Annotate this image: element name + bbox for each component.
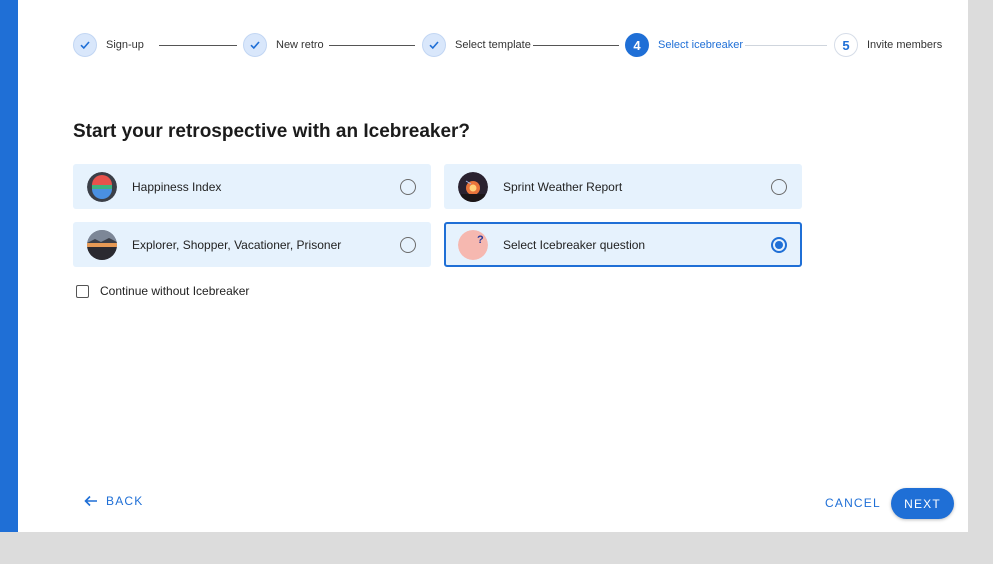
checkbox-label: Continue without Icebreaker [100,284,250,298]
radio-button[interactable] [400,236,416,253]
page-title: Start your retrospective with an Icebrea… [73,121,471,142]
arrow-left-icon [84,495,97,507]
step-label-select-icebreaker: Select icebreaker [658,39,743,51]
radio-button[interactable] [771,178,787,195]
checkbox[interactable] [76,284,89,298]
step-label-invite-members: Invite members [867,39,943,51]
question-thumbnail: ? [458,229,488,260]
stepper: Sign-up New retro Select template 4 Sele… [18,32,968,58]
icebreaker-option-happiness-index[interactable]: Happiness Index [73,164,431,209]
weather-thumbnail [458,171,488,202]
option-label: Sprint Weather Report [503,179,623,194]
back-label: BACK [106,494,144,508]
icebreaker-option-sprint-weather-report[interactable]: Sprint Weather Report [444,164,802,209]
step-connector [745,45,827,46]
step-connector [159,45,237,46]
continue-without-icebreaker[interactable]: Continue without Icebreaker [76,284,249,298]
landscape-thumbnail [87,229,117,260]
option-label: Select Icebreaker question [503,237,646,252]
step-number-badge: 5 [834,33,858,57]
step-sign-up: Sign-up [73,32,144,58]
wizard-panel: Sign-up New retro Select template 4 Sele… [18,0,968,532]
step-number-badge: 4 [625,33,649,57]
option-label: Happiness Index [132,179,222,194]
step-invite-members: 5 Invite members [834,32,942,58]
option-label: Explorer, Shopper, Vacationer, Prisoner [132,237,342,252]
step-label-select-template: Select template [455,39,531,51]
left-accent-bar [0,0,18,532]
check-icon [422,33,446,57]
cancel-button[interactable]: CANCEL [825,496,881,510]
step-connector [533,45,619,46]
step-label-new-retro: New retro [276,39,324,51]
step-new-retro: New retro [243,32,324,58]
svg-text:?: ? [477,234,484,246]
icebreaker-option-explorer-shopper[interactable]: Explorer, Shopper, Vacationer, Prisoner [73,222,431,267]
radio-button[interactable] [400,178,416,195]
happiness-thumbnail [87,171,117,202]
step-select-template: Select template [422,32,531,58]
radio-button-checked[interactable] [771,236,787,253]
check-icon [243,33,267,57]
next-button[interactable]: NEXT [891,488,954,519]
step-connector [329,45,415,46]
step-select-icebreaker: 4 Select icebreaker [625,32,743,58]
step-label-sign-up: Sign-up [106,39,144,51]
back-button[interactable]: BACK [84,494,143,508]
check-icon [73,33,97,57]
icebreaker-option-select-question[interactable]: ? Select Icebreaker question [444,222,802,267]
